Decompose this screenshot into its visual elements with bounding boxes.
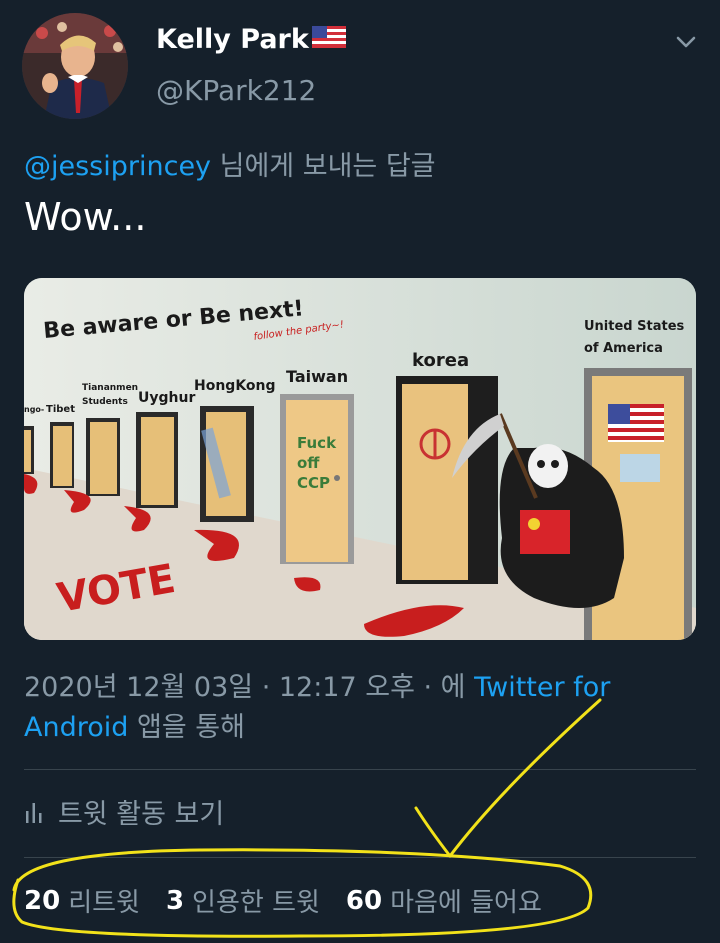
door-label-usa-line2: of America <box>584 341 663 356</box>
door-label-tiananmen: Tiananmen <box>82 383 138 393</box>
retweets-count: 20 <box>24 885 61 916</box>
door-label-taiwan: Taiwan <box>286 367 348 386</box>
engagement-stats: 20 리트윗 3 인용한 트윗 60 마음에 들어요 <box>24 882 568 919</box>
door-label-ngo: ngo- <box>24 405 44 414</box>
analytics-icon <box>26 802 42 823</box>
retweets-label: 리트윗 <box>68 888 140 918</box>
divider-bottom <box>24 857 696 858</box>
tweet-timestamp: 2020년 12월 03일 · 12:17 오후 · 에 <box>24 672 475 703</box>
tweet-media-image[interactable]: Fuck off CCP Be aware or Be next! follow… <box>24 278 696 640</box>
source-suffix: 앱을 통해 <box>128 712 245 743</box>
display-name[interactable]: Kelly Park <box>156 24 346 55</box>
door-label-tibet: Tibet <box>46 404 75 415</box>
likes-count: 60 <box>345 885 383 916</box>
likes-label: 마음에 들어요 <box>390 888 542 918</box>
taiwan-door-line-3: CCP <box>297 474 330 492</box>
view-tweet-activity[interactable]: 트윗 활동 보기 <box>24 792 224 831</box>
door-label-usa-line1: United States <box>584 319 685 334</box>
reply-suffix: 님에게 보내는 답글 <box>211 151 436 182</box>
tweet-text: Wow... <box>24 195 147 239</box>
reply-context: @jessiprincey 님에게 보내는 답글 <box>24 144 436 183</box>
door-label-korea: korea <box>412 350 469 371</box>
taiwan-door-line-1: Fuck <box>297 434 337 452</box>
tweet-meta: 2020년 12월 03일 · 12:17 오후 · 에 Twitter for… <box>24 668 664 748</box>
user-handle[interactable]: @KPark212 <box>156 74 316 107</box>
reply-mention-link[interactable]: @jessiprincey <box>24 151 211 182</box>
door-label-uyghur: Uyghur <box>138 390 195 406</box>
likes-stat[interactable]: 60 마음에 들어요 <box>346 882 542 919</box>
door-label-hongkong: HongKong <box>194 378 276 394</box>
avatar[interactable] <box>22 13 128 119</box>
us-flag-icon <box>311 24 346 55</box>
quotes-stat[interactable]: 3 인용한 트윗 <box>166 882 320 919</box>
avatar-image <box>22 13 128 119</box>
taiwan-door-line-2: off <box>297 454 320 472</box>
quotes-label: 인용한 트윗 <box>192 888 320 918</box>
divider-top <box>24 769 696 770</box>
quotes-count: 3 <box>165 885 185 916</box>
meme-illustration: Fuck off CCP Be aware or Be next! follow… <box>24 278 696 640</box>
door-label-students: Students <box>82 397 128 407</box>
display-name-text: Kelly Park <box>156 24 309 55</box>
chevron-down-icon[interactable] <box>672 28 700 56</box>
retweets-stat[interactable]: 20 리트윗 <box>24 882 140 919</box>
activity-label: 트윗 활동 보기 <box>58 799 225 830</box>
